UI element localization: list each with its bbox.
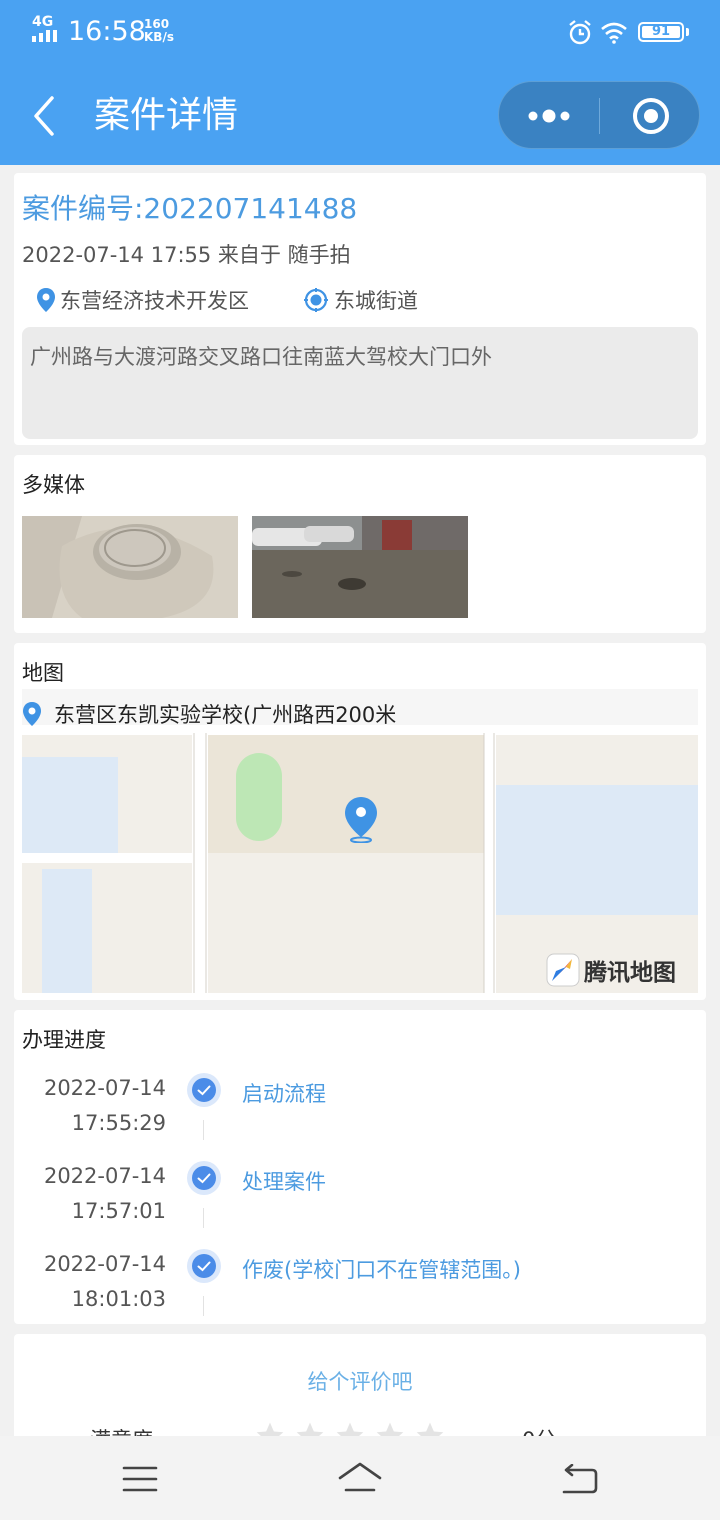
- alarm-icon: [569, 20, 591, 45]
- back-nav-icon[interactable]: [560, 1464, 598, 1494]
- progress-title: 办理进度: [22, 1028, 106, 1052]
- battery-level: 91: [642, 25, 680, 38]
- step-time: 17:57:01: [71, 1199, 166, 1223]
- case-info-card: 案件编号:202207141488 2022-07-14 17:55 来自于 随…: [14, 173, 706, 445]
- district-label: 东营经济技术开发区: [60, 289, 249, 313]
- step-date: 2022-07-14: [43, 1164, 166, 1188]
- street-tag: 东城街道: [304, 285, 418, 315]
- step-time: 17:55:29: [71, 1111, 166, 1135]
- step-time: 18:01:03: [71, 1287, 166, 1311]
- location-pin-icon: [23, 702, 41, 726]
- status-bar: 4G 16:58 160 KB/s 91: [0, 0, 720, 66]
- home-icon[interactable]: [336, 1460, 384, 1494]
- map-title: 地图: [22, 661, 64, 685]
- map-view[interactable]: 东营区东凯实验学校(广州路西200米 腾讯地图: [22, 689, 698, 993]
- timeline-connector: [203, 1208, 204, 1228]
- map-marker-icon[interactable]: [343, 795, 379, 843]
- timeline-connector: [203, 1296, 204, 1316]
- clock: 16:58: [68, 16, 146, 47]
- map-address-row: 东营区东凯实验学校(广州路西200米: [22, 699, 396, 729]
- network-type: 4G: [32, 14, 54, 30]
- location-pin-icon: [37, 288, 55, 312]
- case-number: 案件编号:202207141488: [22, 192, 358, 225]
- map-provider-logo: 腾讯地图: [546, 953, 676, 987]
- close-mini-program-icon[interactable]: [631, 96, 671, 136]
- compass-icon: [546, 953, 580, 987]
- check-circle-icon: [187, 1161, 221, 1195]
- net-speed: 160 KB/s: [144, 18, 174, 44]
- media-thumbnail[interactable]: [252, 516, 468, 618]
- map-card: 地图 东营区东凯实验学校(广州路西200米 腾讯地图: [14, 643, 706, 1000]
- address-detail: 广州路与大渡河路交叉路口往南蓝大驾校大门口外: [22, 327, 698, 439]
- signal-icon: [32, 30, 57, 42]
- map-address: 东营区东凯实验学校(广州路西200米: [54, 703, 397, 727]
- progress-card: 办理进度 2022-07-14 17:55:29 启动流程 2022-07-14…: [14, 1010, 706, 1324]
- back-icon[interactable]: [28, 94, 68, 138]
- case-meta: 2022-07-14 17:55 来自于 随手拍: [22, 243, 351, 267]
- map-provider: 腾讯地图: [584, 960, 676, 986]
- step-date: 2022-07-14: [43, 1252, 166, 1276]
- mini-program-capsule: [498, 81, 700, 149]
- system-nav-bar: [0, 1436, 720, 1520]
- wifi-icon: [601, 22, 627, 44]
- battery-tip: [686, 28, 689, 36]
- menu-icon[interactable]: [122, 1466, 158, 1492]
- step-label: 处理案件: [242, 1170, 326, 1194]
- nav-bar: 案件详情: [0, 66, 720, 165]
- page-title: 案件详情: [94, 95, 239, 136]
- street-label: 东城街道: [334, 289, 418, 313]
- district-tag: 东营经济技术开发区: [36, 285, 249, 315]
- step-date: 2022-07-14: [43, 1076, 166, 1100]
- rating-title: 给个评价吧: [307, 1370, 413, 1394]
- media-title: 多媒体: [22, 473, 85, 497]
- media-thumbnail[interactable]: [22, 516, 238, 618]
- step-label: 作废(学校门口不在管辖范围。): [242, 1258, 521, 1282]
- timeline-connector: [203, 1120, 204, 1140]
- net-speed-unit: KB/s: [144, 30, 174, 44]
- check-circle-icon: [187, 1249, 221, 1283]
- battery-icon: 91: [638, 22, 684, 42]
- capsule-divider: [599, 98, 600, 134]
- more-icon[interactable]: [527, 102, 571, 130]
- target-location-icon: [304, 288, 328, 312]
- media-card: 多媒体: [14, 455, 706, 633]
- check-circle-icon: [187, 1073, 221, 1107]
- step-label: 启动流程: [242, 1082, 326, 1106]
